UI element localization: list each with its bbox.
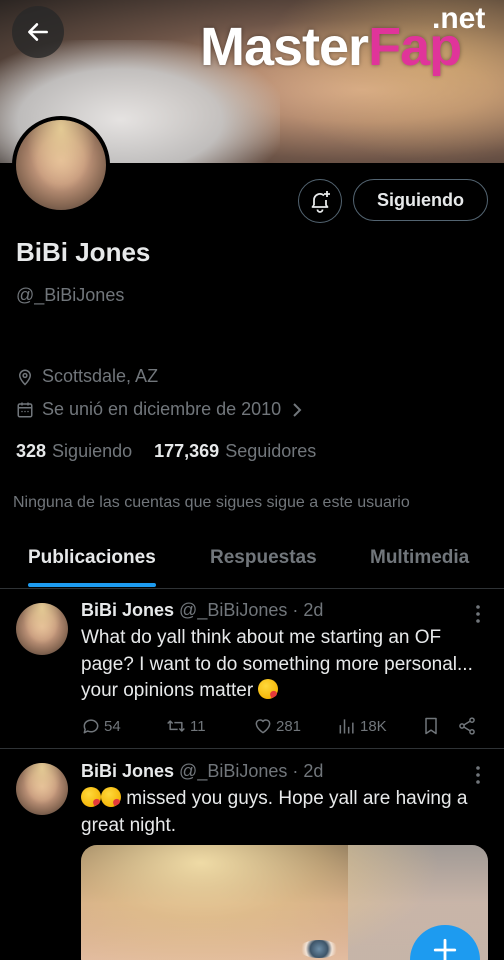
following-count[interactable]: 328 Siguiendo	[16, 441, 132, 462]
plus-icon	[433, 938, 457, 960]
bookmark-icon[interactable]	[421, 716, 441, 736]
post-header: BiBi Jones @_BiBiJones · 2d	[81, 761, 323, 782]
tab-multimedia[interactable]: Multimedia	[370, 547, 469, 569]
arrow-left-icon	[28, 23, 48, 41]
bell-plus-icon	[311, 191, 330, 213]
profile-tabs: Publicaciones Respuestas Multimedia	[0, 533, 504, 589]
location-pin-icon	[18, 369, 32, 386]
reply-icon	[83, 719, 99, 734]
following-button[interactable]: Siguiendo	[353, 179, 488, 221]
profile-joined[interactable]: Se unió en diciembre de 2010	[16, 399, 311, 420]
tab-publicaciones[interactable]: Publicaciones	[28, 547, 156, 569]
post-avatar[interactable]	[16, 763, 68, 815]
post-meta: @_BiBiJones · 2d	[179, 761, 324, 781]
share-icon[interactable]	[457, 716, 477, 736]
post-header: BiBi Jones @_BiBiJones · 2d	[81, 600, 323, 621]
chevron-right-icon	[293, 402, 302, 417]
notify-button[interactable]	[298, 179, 342, 223]
profile-location: Scottsdale, AZ	[16, 366, 158, 387]
kissing-face-with-heart-icon	[101, 787, 121, 807]
profile-name: BiBi Jones	[16, 237, 151, 267]
kissing-face-with-heart-icon	[258, 679, 279, 699]
tab-respuestas[interactable]: Respuestas	[210, 547, 317, 569]
more-dots-icon[interactable]	[470, 604, 486, 624]
repost-icon	[167, 720, 185, 732]
heart-icon	[255, 719, 271, 734]
post-actions: 54 11 281 18K	[81, 716, 481, 738]
followers-count[interactable]: 177,369 Seguidores	[154, 441, 316, 462]
kissing-face-with-heart-icon	[81, 787, 101, 807]
follow-counts: 328 Siguiendo 177,369 Seguidores	[16, 441, 338, 462]
post-author-name[interactable]: BiBi Jones	[81, 600, 174, 620]
profile-handle: @_BiBiJones	[16, 285, 125, 305]
like-button[interactable]: 281	[253, 716, 301, 736]
post-text: missed you guys. Hope yall are having a …	[81, 787, 468, 836]
post-meta: @_BiBiJones · 2d	[179, 600, 324, 620]
views-icon	[339, 719, 354, 734]
active-tab-indicator	[28, 583, 156, 587]
post-avatar[interactable]	[16, 603, 68, 655]
back-button[interactable]	[12, 6, 64, 58]
post-author-name[interactable]: BiBi Jones	[81, 761, 174, 781]
more-dots-icon[interactable]	[470, 765, 486, 785]
profile-avatar[interactable]	[12, 116, 110, 214]
repost-button[interactable]: 11	[165, 716, 206, 736]
mutual-followers-note: Ninguna de las cuentas que sigues sigue …	[13, 494, 410, 511]
post-text: What do yall think about me starting an …	[81, 627, 473, 701]
post-divider	[0, 748, 504, 749]
reply-button[interactable]: 54	[81, 716, 121, 736]
calendar-icon	[17, 402, 33, 417]
views-button[interactable]: 18K	[337, 716, 387, 736]
